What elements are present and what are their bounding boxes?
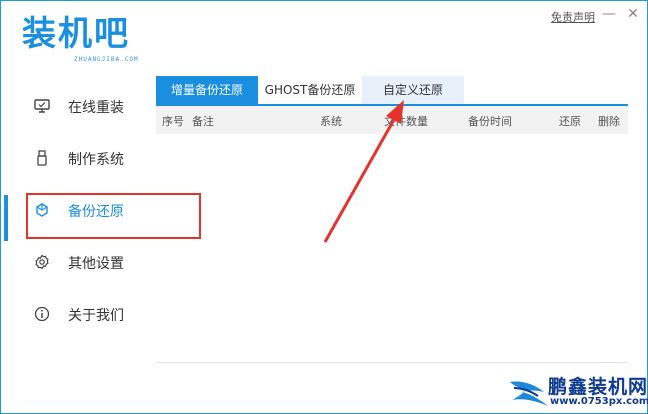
sidebar-item-other-settings[interactable]: 其他设置 [0,242,150,282]
column-header-note: 备注 [192,115,214,128]
watermark: 鹏鑫装机网 www.0753px.com [508,370,648,412]
disclaimer-link[interactable]: 免责声明 [551,9,595,25]
sidebar-item-label: 制作系统 [68,152,124,168]
monitor-icon [34,99,50,113]
sidebar-item-label: 关于我们 [68,308,124,324]
column-header-index: 序号 [162,115,184,128]
tab-ghost-backup[interactable]: GHOST备份还原 [258,76,362,104]
column-header-delete: 删除 [598,115,620,128]
column-header-system: 系统 [320,115,342,128]
sidebar-item-make-system[interactable]: 制作系统 [0,138,150,178]
table-header: 序号 备注 系统 文件数量 备份时间 还原 删除 [156,106,628,134]
minimize-button[interactable]: — [602,6,616,22]
content-bottom-divider [156,362,628,363]
sidebar-item-label: 在线重装 [68,100,124,116]
logo-subtitle: ZHUANGJIBA.COM [74,56,139,63]
gear-icon [35,254,49,270]
sidebar-item-about-us[interactable]: 关于我们 [0,294,150,334]
usb-icon [37,150,47,166]
watermark-url: www.0753px.com [550,396,648,407]
sidebar-item-label: 其他设置 [68,256,124,272]
column-header-backup-time: 备份时间 [468,115,512,128]
logo-text: 装机吧 [22,14,130,54]
watermark-title: 鹏鑫装机网 [548,376,648,398]
active-indicator [4,195,8,241]
close-button[interactable]: ✕ [626,6,640,22]
sidebar-item-online-reinstall[interactable]: 在线重装 [0,86,150,126]
highlight-annotation-box [26,193,201,239]
tab-custom-restore[interactable]: 自定义还原 [362,76,464,104]
tab-incremental-backup[interactable]: 增量备份还原 [156,76,258,104]
column-header-restore: 还原 [559,115,581,128]
column-header-file-count: 文件数量 [384,115,428,128]
info-icon [34,306,50,322]
tab-bar: 增量备份还原 GHOST备份还原 自定义还原 [156,76,628,106]
eagle-logo-icon [510,381,548,406]
app-logo: 装机吧 ZHUANGJIBA.COM [22,14,152,66]
